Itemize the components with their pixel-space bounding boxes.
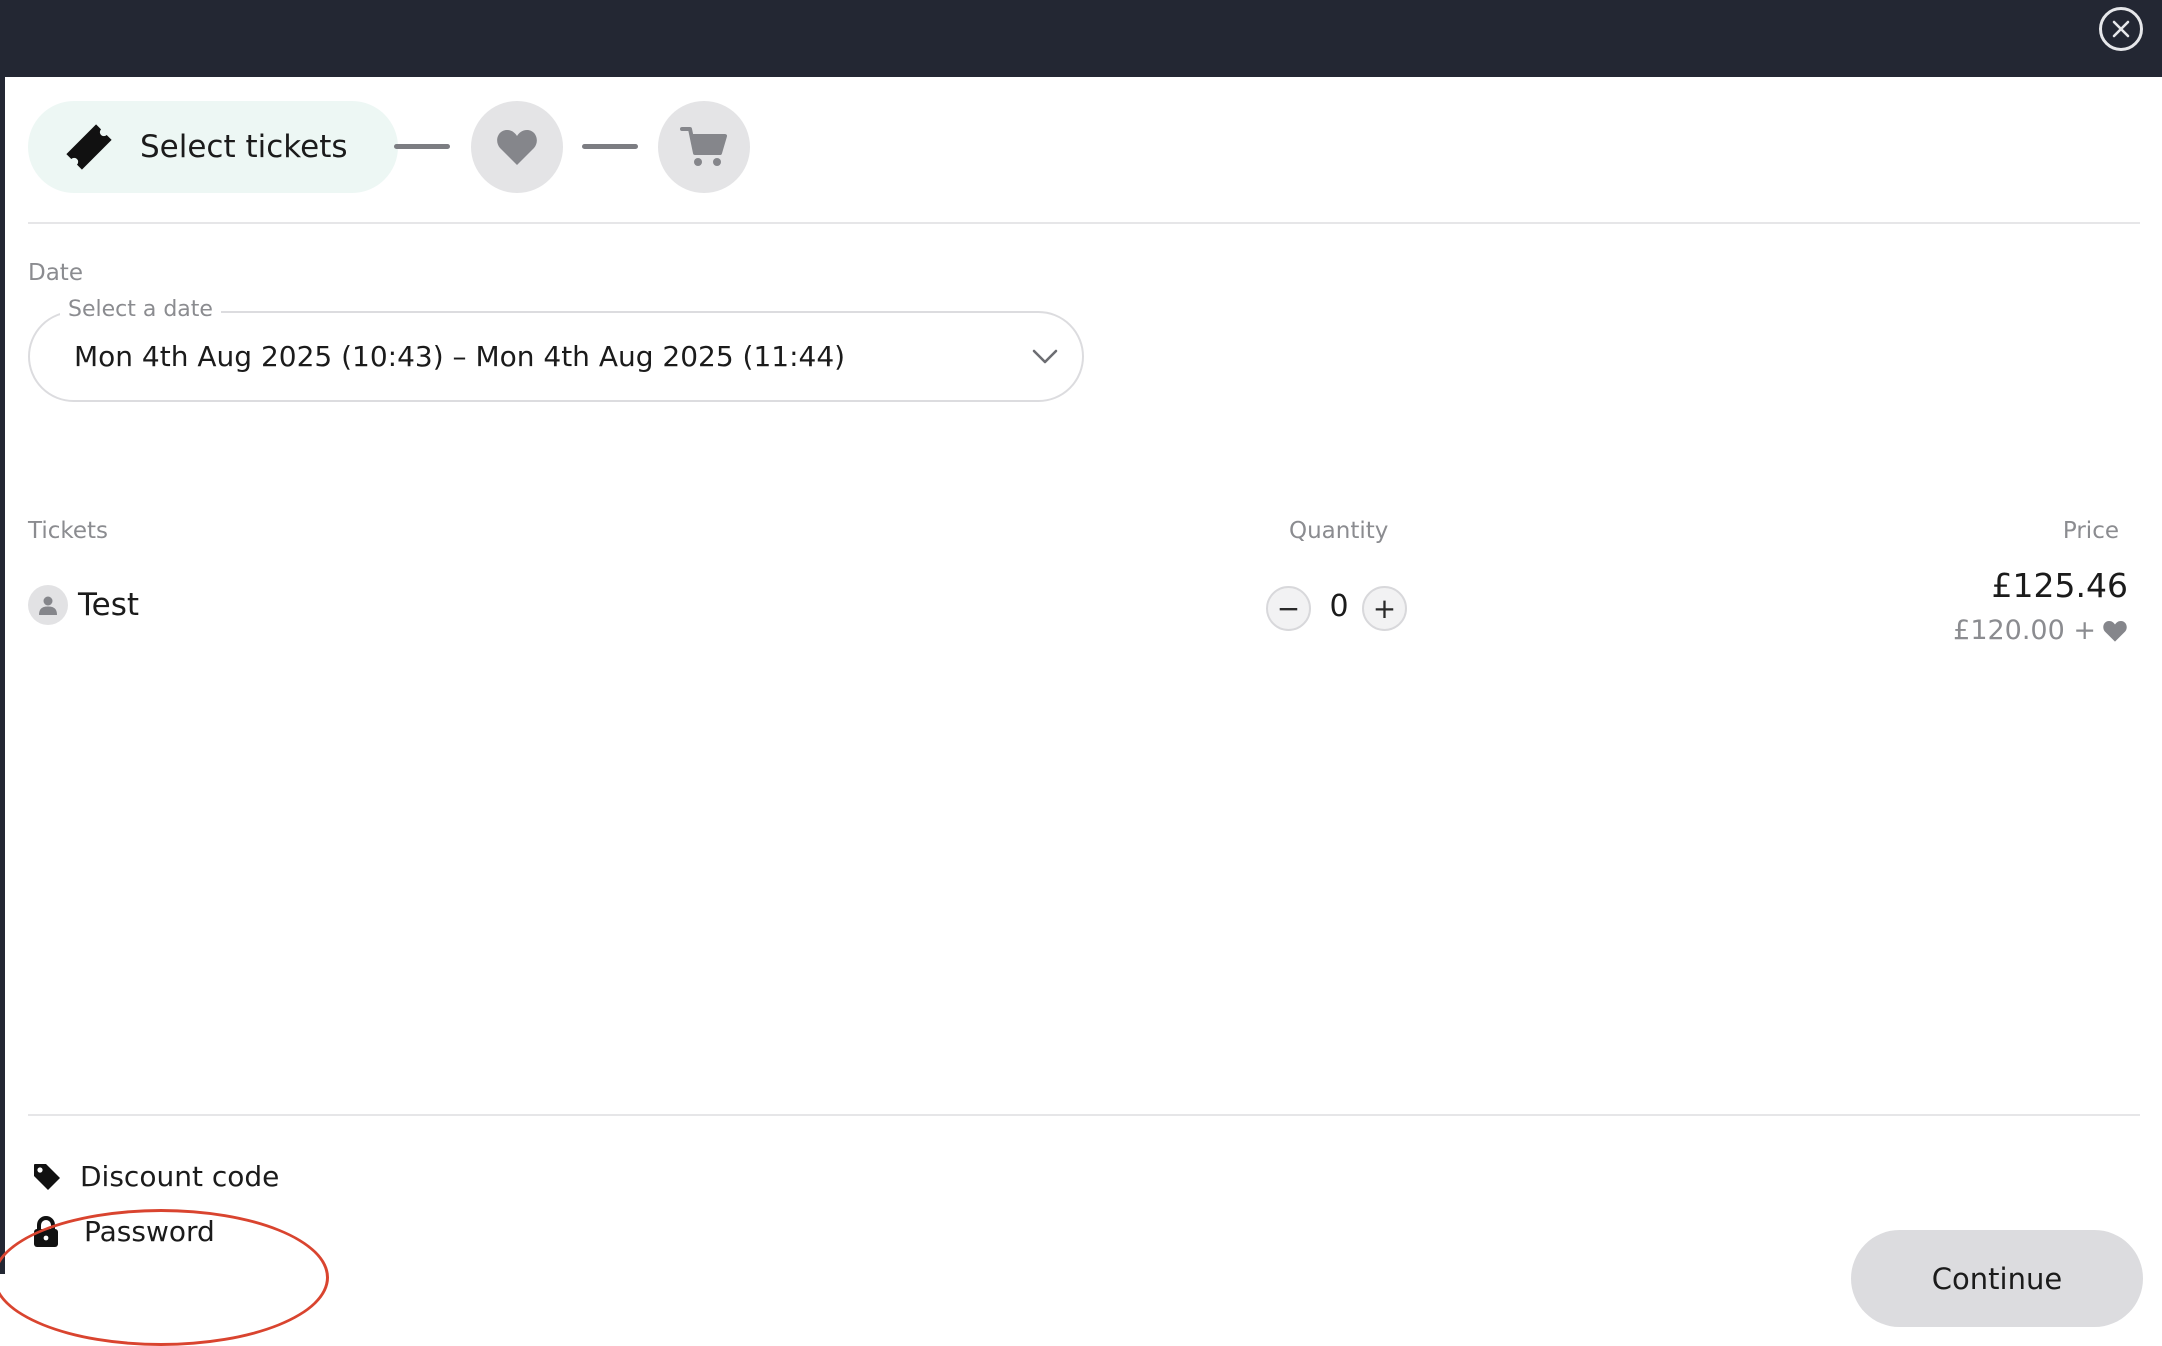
close-button[interactable] xyxy=(2099,7,2143,51)
ticket-icon xyxy=(66,124,112,170)
discount-code-link[interactable]: Discount code xyxy=(32,1160,279,1193)
price-breakdown: £120.00 + xyxy=(1953,615,2128,646)
tickets-column-header: Tickets xyxy=(28,518,109,544)
close-icon xyxy=(2112,20,2130,38)
footer-divider xyxy=(28,1114,2140,1116)
header-divider xyxy=(28,222,2140,224)
modal-top-bar xyxy=(0,0,2162,77)
price-breakdown-text: £120.00 + xyxy=(1953,615,2096,646)
continue-button[interactable]: Continue xyxy=(1851,1230,2143,1327)
heart-icon xyxy=(497,130,537,165)
step-donation[interactable] xyxy=(471,101,563,193)
discount-code-label: Discount code xyxy=(80,1160,280,1193)
quantity-column-header: Quantity xyxy=(1289,518,1389,544)
step-label: Select tickets xyxy=(140,129,348,165)
price-column-header: Price xyxy=(2062,518,2119,544)
tag-icon xyxy=(34,1163,60,1190)
date-select-legend: Select a date xyxy=(60,297,221,322)
password-label: Password xyxy=(84,1215,215,1248)
decrement-quantity-button[interactable]: − xyxy=(1266,586,1311,631)
quantity-value: 0 xyxy=(1329,589,1349,624)
cart-icon xyxy=(680,127,727,166)
step-connector xyxy=(582,144,638,149)
increment-quantity-button[interactable]: + xyxy=(1362,586,1407,631)
person-icon xyxy=(28,585,68,625)
ticket-price: £125.46 xyxy=(1991,566,2128,605)
date-select[interactable]: Select a date Mon 4th Aug 2025 (10:43) –… xyxy=(28,297,1084,402)
step-connector xyxy=(394,144,450,149)
step-cart[interactable] xyxy=(658,101,750,193)
password-link[interactable]: Password xyxy=(32,1215,215,1248)
ticket-name: Test xyxy=(78,587,140,623)
lock-icon xyxy=(34,1215,58,1247)
ticket-modal: Select tickets Date Select a date Mon 4t… xyxy=(0,77,2162,1346)
step-select-tickets[interactable]: Select tickets xyxy=(28,101,398,193)
chevron-down-icon xyxy=(1032,349,1058,364)
date-section-label: Date xyxy=(28,260,83,286)
date-select-value: Mon 4th Aug 2025 (10:43) – Mon 4th Aug 2… xyxy=(74,340,846,373)
heart-icon xyxy=(2103,620,2127,642)
